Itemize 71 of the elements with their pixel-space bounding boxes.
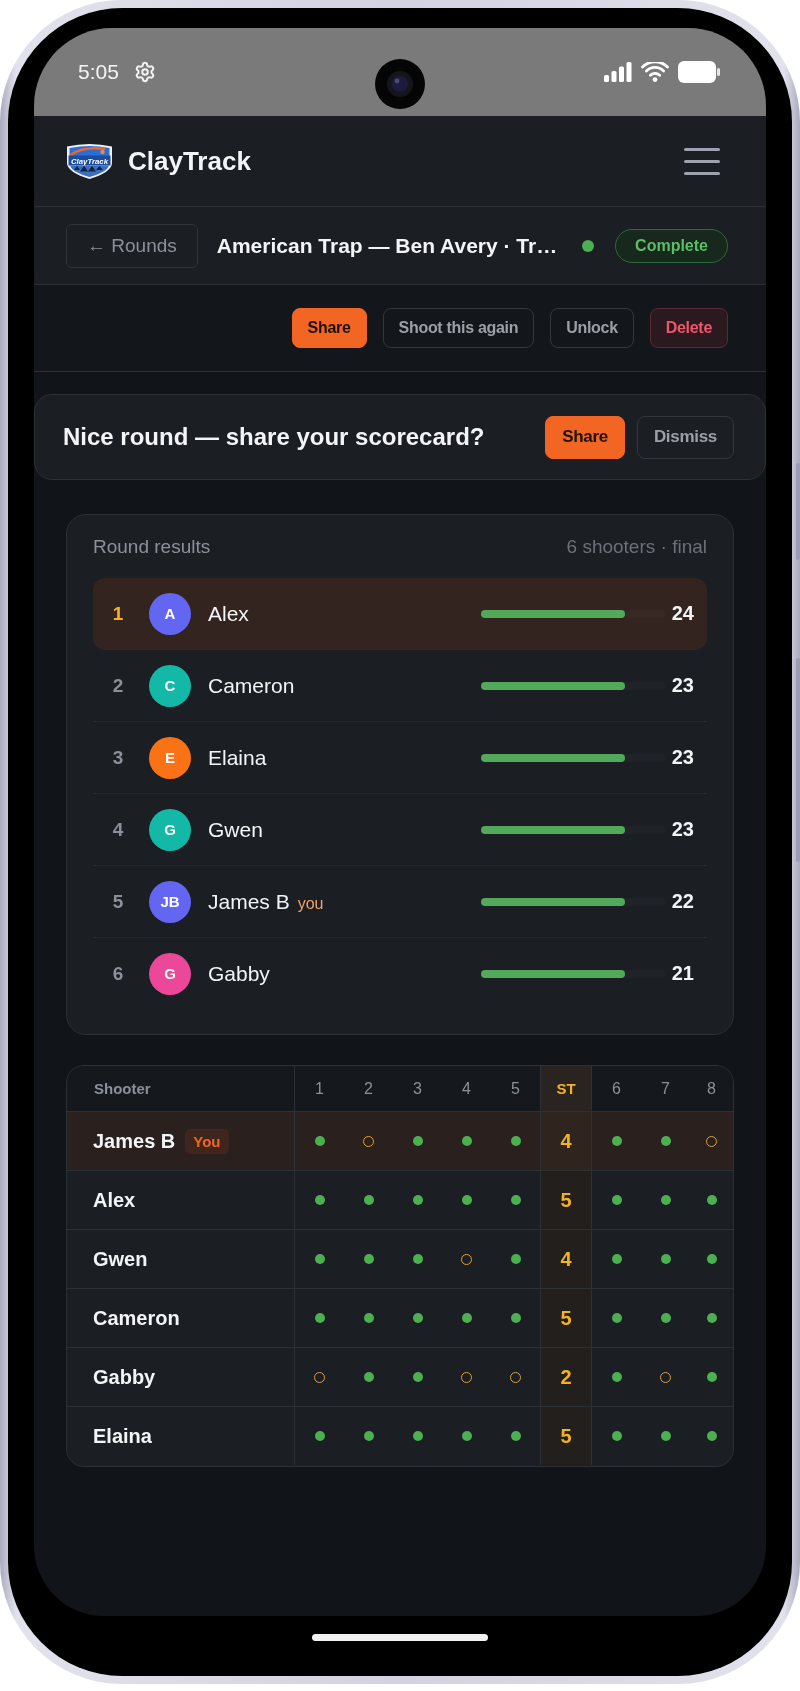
you-label: you: [297, 894, 324, 913]
app-title: ClayTrack: [128, 145, 251, 177]
round-title: American Trap — Ben Avery · Tr…: [216, 233, 559, 258]
rank-number: 2: [111, 674, 125, 697]
shooter-name: Alex: [93, 1188, 136, 1212]
rank-number: 6: [111, 962, 125, 985]
action-button[interactable]: Share: [291, 308, 367, 348]
score-value: 21: [670, 962, 694, 985]
menu-icon[interactable]: [684, 147, 720, 175]
subtotal-cell: 4: [540, 1112, 592, 1170]
results-summary: 6 shooters · final: [566, 536, 707, 558]
prompt-button[interactable]: Share: [545, 415, 625, 459]
action-button[interactable]: Unlock: [550, 308, 634, 348]
share-prompt-text: Nice round — share your scorecard?: [63, 423, 486, 451]
avatar: G: [149, 808, 191, 851]
column-header: ST: [540, 1066, 592, 1111]
results-title: Round results: [93, 536, 211, 558]
settings-icon: [133, 61, 156, 83]
signal-icon: [604, 62, 632, 82]
rank-number: 4: [111, 818, 125, 841]
player-name: Gabby: [208, 961, 270, 986]
subtotal-cell: 5: [540, 1289, 592, 1347]
battery-icon: [678, 61, 720, 83]
player-name: Alex: [208, 601, 249, 626]
status-badge: Complete: [615, 228, 728, 263]
avatar: JB: [149, 880, 191, 923]
subtotal-cell: 5: [540, 1171, 592, 1229]
status-time: 5:05: [78, 60, 119, 84]
avatar: C: [149, 664, 191, 707]
column-header: Shooter: [67, 1066, 295, 1111]
action-button[interactable]: Delete: [649, 308, 728, 348]
rank-number: 3: [111, 746, 125, 769]
column-header: 5: [510, 1078, 521, 1099]
prompt-button[interactable]: Dismiss: [636, 415, 734, 459]
column-header: 8: [706, 1078, 717, 1099]
shield-logo-icon: ClayTrack: [66, 143, 113, 179]
shooter-name: Cameron: [93, 1306, 180, 1330]
shooter-name: Gabby: [93, 1365, 156, 1389]
column-header: 6: [611, 1078, 622, 1099]
back-button[interactable]: ← Rounds: [66, 223, 198, 268]
rank-number: 1: [111, 602, 125, 625]
column-header: 4: [461, 1078, 472, 1099]
you-badge: You: [185, 1128, 229, 1154]
score-value: 23: [670, 674, 694, 697]
camera-lens-icon: [375, 59, 425, 109]
shooter-name: James B: [93, 1129, 176, 1153]
subtotal-cell: 5: [540, 1407, 592, 1465]
player-name: James B: [208, 889, 290, 914]
side-button[interactable]: [796, 658, 800, 862]
score-value: 23: [670, 818, 694, 841]
avatar: G: [149, 952, 191, 995]
action-button[interactable]: Shoot this again: [382, 308, 535, 348]
shooter-name: Elaina: [93, 1424, 152, 1448]
subtotal-cell: 4: [540, 1230, 592, 1288]
column-header: 1: [314, 1078, 325, 1099]
subtotal-cell: 2: [540, 1348, 592, 1406]
player-name: Gwen: [208, 817, 263, 842]
side-button[interactable]: [796, 463, 800, 560]
column-header: 3: [412, 1078, 423, 1099]
score-value: 24: [670, 602, 694, 625]
wifi-icon: [641, 62, 669, 82]
column-header: 2: [363, 1078, 374, 1099]
avatar: A: [149, 592, 191, 635]
player-name: Cameron: [208, 673, 295, 698]
rank-number: 5: [111, 890, 125, 913]
column-header: 7: [660, 1078, 671, 1099]
score-value: 23: [670, 746, 694, 769]
player-name: Elaina: [208, 745, 267, 770]
shooter-name: Gwen: [93, 1247, 148, 1271]
score-value: 22: [670, 890, 694, 913]
avatar: E: [149, 736, 191, 779]
